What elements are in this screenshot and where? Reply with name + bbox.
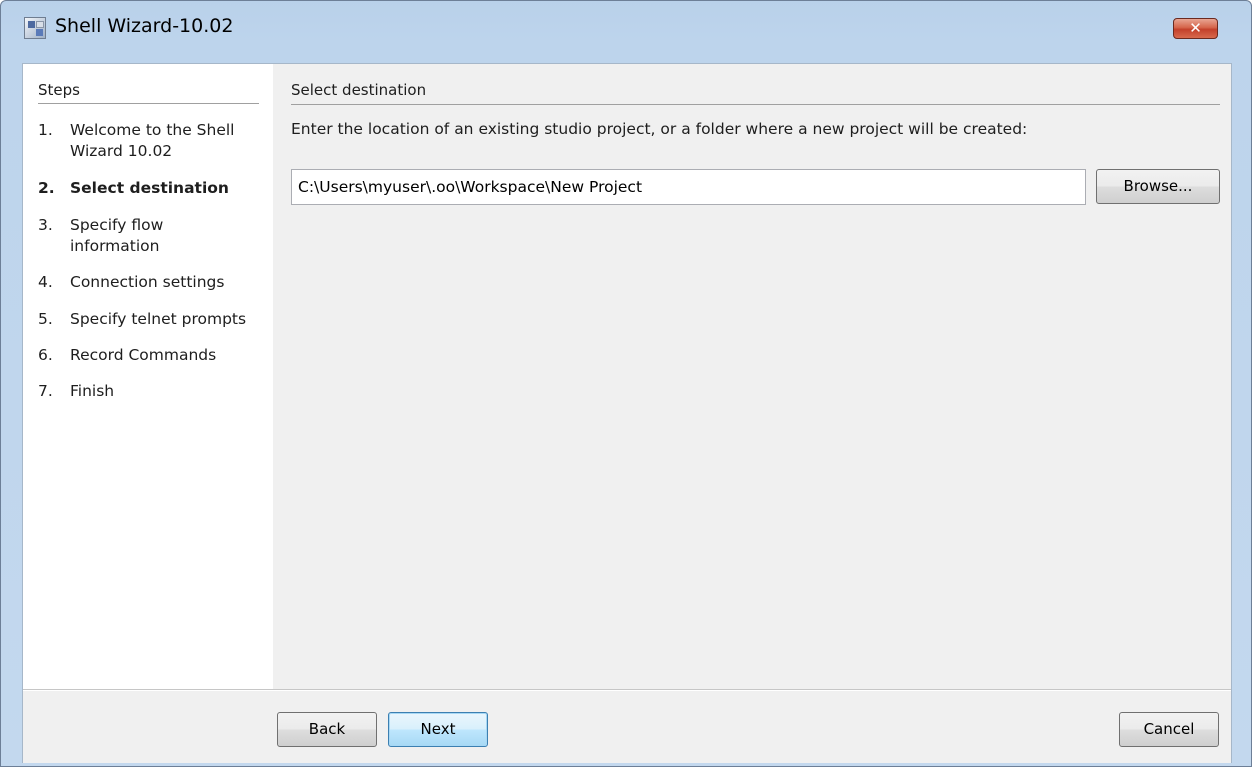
step-label: Finish — [70, 382, 115, 400]
next-button[interactable]: Next — [388, 712, 488, 747]
step-label: Specify telnet prompts — [70, 310, 247, 328]
step-welcome: 1. Welcome to the Shell Wizard 10.02 — [38, 120, 273, 162]
step-select-destination: 2. Select destination — [38, 178, 273, 199]
destination-path-input[interactable] — [291, 169, 1086, 205]
step-number: 3. — [38, 216, 53, 234]
cancel-button[interactable]: Cancel — [1119, 712, 1219, 747]
wizard-content: Steps 1. Welcome to the Shell Wizard 10.0… — [22, 63, 1232, 763]
browse-button[interactable]: Browse... — [1096, 169, 1220, 204]
step-number: 4. — [38, 273, 53, 291]
step-label: Record Commands — [70, 346, 217, 364]
step-label: Connection settings — [70, 273, 225, 291]
close-button[interactable]: ✕ — [1173, 18, 1218, 39]
app-icon — [24, 17, 46, 39]
step-label: Select destination — [70, 179, 229, 197]
step-number: 5. — [38, 310, 53, 328]
step-number: 7. — [38, 382, 53, 400]
step-specify-flow: 3. Specify flow information — [38, 215, 273, 257]
step-number: 6. — [38, 346, 53, 364]
steps-divider — [38, 103, 259, 104]
step-number: 1. — [38, 121, 53, 139]
steps-sidebar: Steps 1. Welcome to the Shell Wizard 10.0… — [23, 64, 273, 689]
instruction-text: Enter the location of an existing studio… — [291, 120, 1028, 138]
section-heading: Select destination — [291, 81, 427, 99]
step-record-commands: 6. Record Commands — [38, 345, 273, 366]
window-title: Shell Wizard-10.02 — [55, 15, 234, 37]
step-finish: 7. Finish — [38, 381, 273, 402]
section-divider — [291, 104, 1220, 105]
step-number: 2. — [38, 179, 55, 197]
steps-heading: Steps — [38, 81, 80, 99]
close-icon: ✕ — [1189, 19, 1202, 37]
wizard-window: Shell Wizard-10.02 ✕ Steps 1. Welcome to … — [0, 0, 1252, 767]
title-bar[interactable]: Shell Wizard-10.02 ✕ — [1, 1, 1251, 56]
footer-divider-highlight — [23, 690, 1231, 691]
step-connection-settings: 4. Connection settings — [38, 272, 273, 293]
step-telnet-prompts: 5. Specify telnet prompts — [38, 309, 273, 330]
back-button[interactable]: Back — [277, 712, 377, 747]
step-label: Welcome to the Shell Wizard 10.02 — [70, 121, 235, 160]
step-label: Specify flow information — [70, 216, 164, 255]
